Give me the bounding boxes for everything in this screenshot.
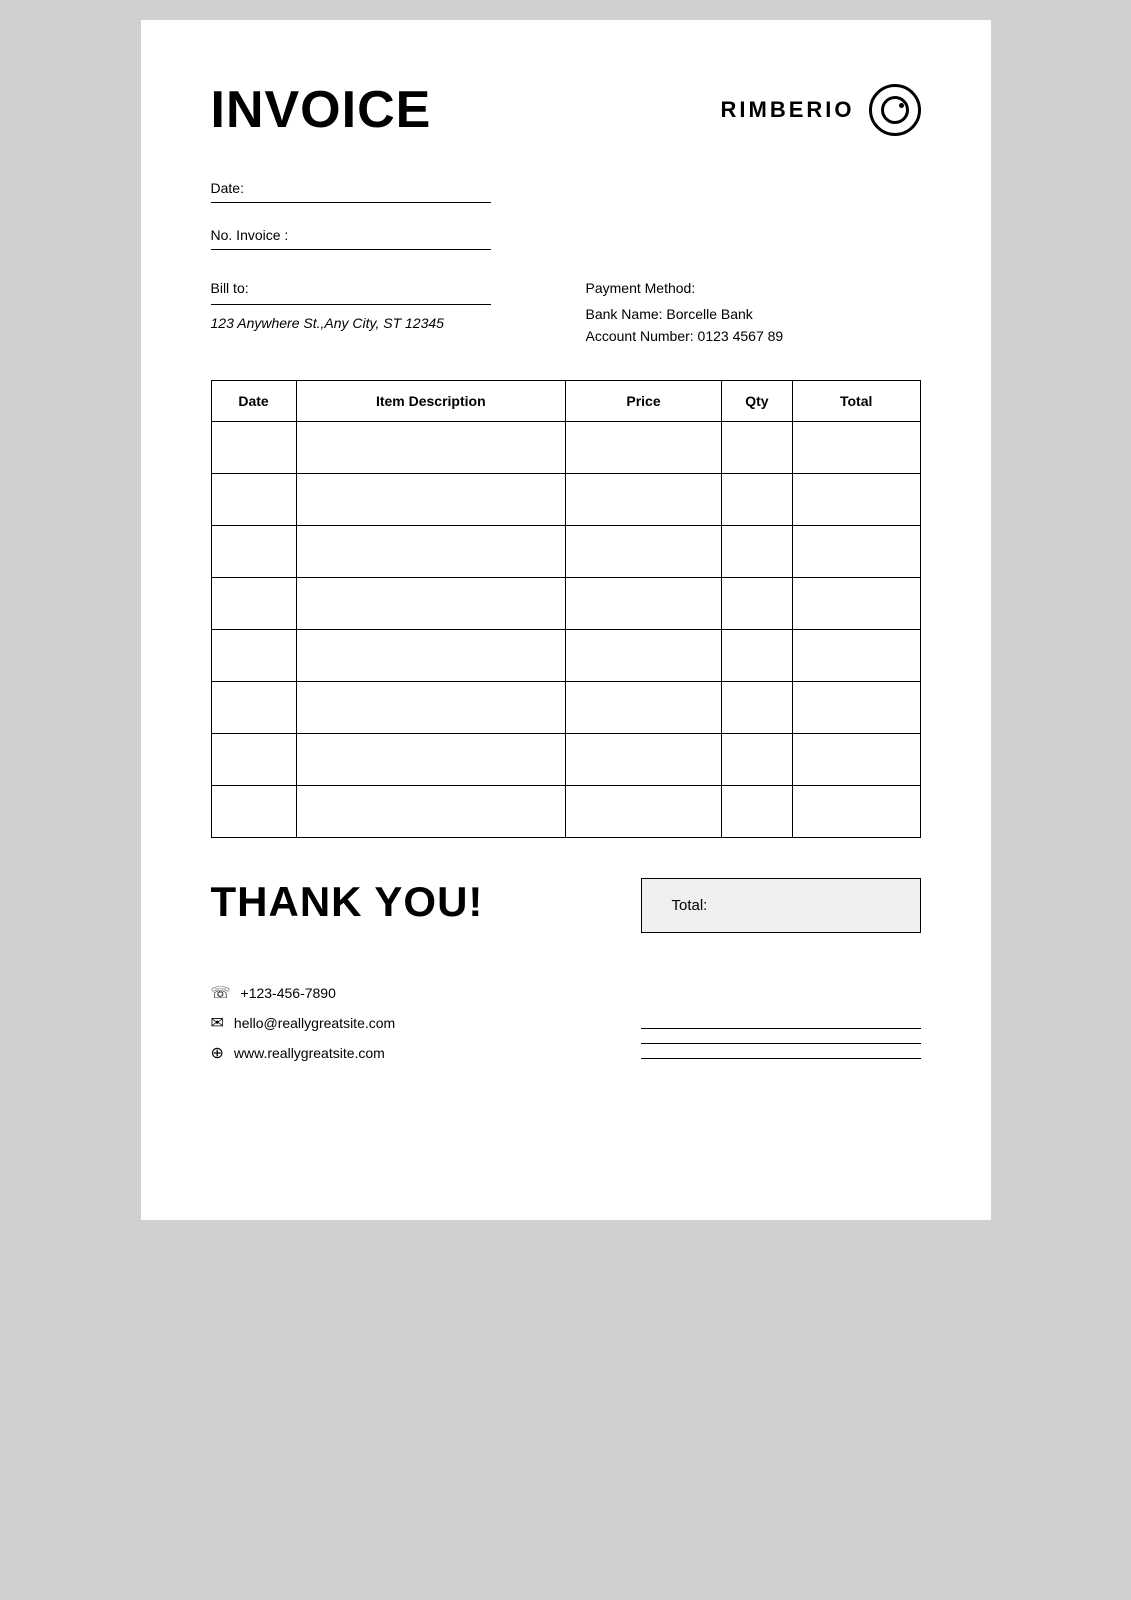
col-header-desc: Item Description xyxy=(296,381,565,422)
table-cell xyxy=(566,474,722,526)
brand: RIMBERIO xyxy=(721,84,921,136)
table-cell xyxy=(211,786,296,838)
table-cell xyxy=(792,682,920,734)
date-line xyxy=(211,202,491,203)
table-cell xyxy=(721,526,792,578)
payment-label: Payment Method: xyxy=(586,280,921,296)
invoice-page: INVOICE RIMBERIO Date: No. Invoice : Bil… xyxy=(141,20,991,1220)
email-icon: ✉ xyxy=(211,1013,224,1033)
billing-line xyxy=(211,304,491,305)
footer-line-3 xyxy=(641,1058,921,1059)
table-cell xyxy=(211,578,296,630)
table-cell xyxy=(211,682,296,734)
date-label: Date: xyxy=(211,180,921,196)
phone-number: +123-456-7890 xyxy=(241,985,336,1001)
brand-logo-dot xyxy=(899,103,904,108)
col-header-total: Total xyxy=(792,381,920,422)
meta-section: Date: No. Invoice : xyxy=(211,180,921,250)
table-cell xyxy=(721,474,792,526)
footer-line-1 xyxy=(641,1028,921,1029)
invoice-label: No. Invoice : xyxy=(211,227,921,243)
table-cell xyxy=(721,786,792,838)
bank-name: Bank Name: Borcelle Bank xyxy=(586,306,921,322)
table-row xyxy=(211,682,920,734)
table-cell xyxy=(721,682,792,734)
footer-line-2 xyxy=(641,1043,921,1044)
table-cell xyxy=(721,578,792,630)
invoice-table: Date Item Description Price Qty Total xyxy=(211,380,921,838)
brand-logo-inner xyxy=(881,96,909,124)
billing-label: Bill to: xyxy=(211,280,546,296)
table-cell xyxy=(296,526,565,578)
table-row xyxy=(211,474,920,526)
table-cell xyxy=(566,734,722,786)
footer-contact: ☏ +123-456-7890 ✉ hello@reallygreatsite.… xyxy=(211,983,396,1063)
footer: ☏ +123-456-7890 ✉ hello@reallygreatsite.… xyxy=(211,983,921,1063)
table-cell xyxy=(566,526,722,578)
phone-icon: ☏ xyxy=(211,983,231,1003)
total-label: Total: xyxy=(672,897,708,914)
brand-logo xyxy=(869,84,921,136)
table-row xyxy=(211,422,920,474)
billing-section: Bill to: 123 Anywhere St.,Any City, ST 1… xyxy=(211,280,546,331)
table-cell xyxy=(211,630,296,682)
table-row xyxy=(211,526,920,578)
contact-website: ⊕ www.reallygreatsite.com xyxy=(211,1043,396,1063)
table-cell xyxy=(296,786,565,838)
table-cell xyxy=(566,578,722,630)
table-row xyxy=(211,630,920,682)
brand-name: RIMBERIO xyxy=(721,97,855,123)
thank-you: THANK YOU! xyxy=(211,878,484,926)
table-cell xyxy=(296,578,565,630)
table-row xyxy=(211,734,920,786)
contact-phone: ☏ +123-456-7890 xyxy=(211,983,396,1003)
table-cell xyxy=(792,786,920,838)
table-cell xyxy=(792,630,920,682)
table-cell xyxy=(211,474,296,526)
table-cell xyxy=(566,786,722,838)
contact-email: ✉ hello@reallygreatsite.com xyxy=(211,1013,396,1033)
web-icon: ⊕ xyxy=(211,1043,224,1063)
table-cell xyxy=(792,422,920,474)
table-cell xyxy=(792,734,920,786)
table-cell xyxy=(296,422,565,474)
table-cell xyxy=(792,474,920,526)
col-header-qty: Qty xyxy=(721,381,792,422)
table-cell xyxy=(296,682,565,734)
table-cell xyxy=(211,422,296,474)
table-cell xyxy=(792,526,920,578)
invoice-title: INVOICE xyxy=(211,80,432,140)
total-box: Total: xyxy=(641,878,921,933)
billing-address: 123 Anywhere St.,Any City, ST 12345 xyxy=(211,315,546,331)
table-row xyxy=(211,786,920,838)
table-cell xyxy=(721,734,792,786)
col-header-date: Date xyxy=(211,381,296,422)
invoice-line xyxy=(211,249,491,250)
table-row xyxy=(211,578,920,630)
col-header-price: Price xyxy=(566,381,722,422)
account-number: Account Number: 0123 4567 89 xyxy=(586,328,921,344)
table-cell xyxy=(721,422,792,474)
table-cell xyxy=(296,474,565,526)
payment-section: Payment Method: Bank Name: Borcelle Bank… xyxy=(546,280,921,350)
table-cell xyxy=(721,630,792,682)
website-url: www.reallygreatsite.com xyxy=(234,1045,385,1061)
email-address: hello@reallygreatsite.com xyxy=(234,1015,395,1031)
footer-lines xyxy=(641,1028,921,1063)
table-cell xyxy=(296,734,565,786)
header: INVOICE RIMBERIO xyxy=(211,80,921,140)
table-cell xyxy=(566,682,722,734)
table-cell xyxy=(211,526,296,578)
table-cell xyxy=(296,630,565,682)
table-header-row: Date Item Description Price Qty Total xyxy=(211,381,920,422)
table-cell xyxy=(792,578,920,630)
table-cell xyxy=(211,734,296,786)
table-cell xyxy=(566,630,722,682)
table-cell xyxy=(566,422,722,474)
billing-payment: Bill to: 123 Anywhere St.,Any City, ST 1… xyxy=(211,280,921,350)
bottom-section: THANK YOU! Total: xyxy=(211,878,921,933)
